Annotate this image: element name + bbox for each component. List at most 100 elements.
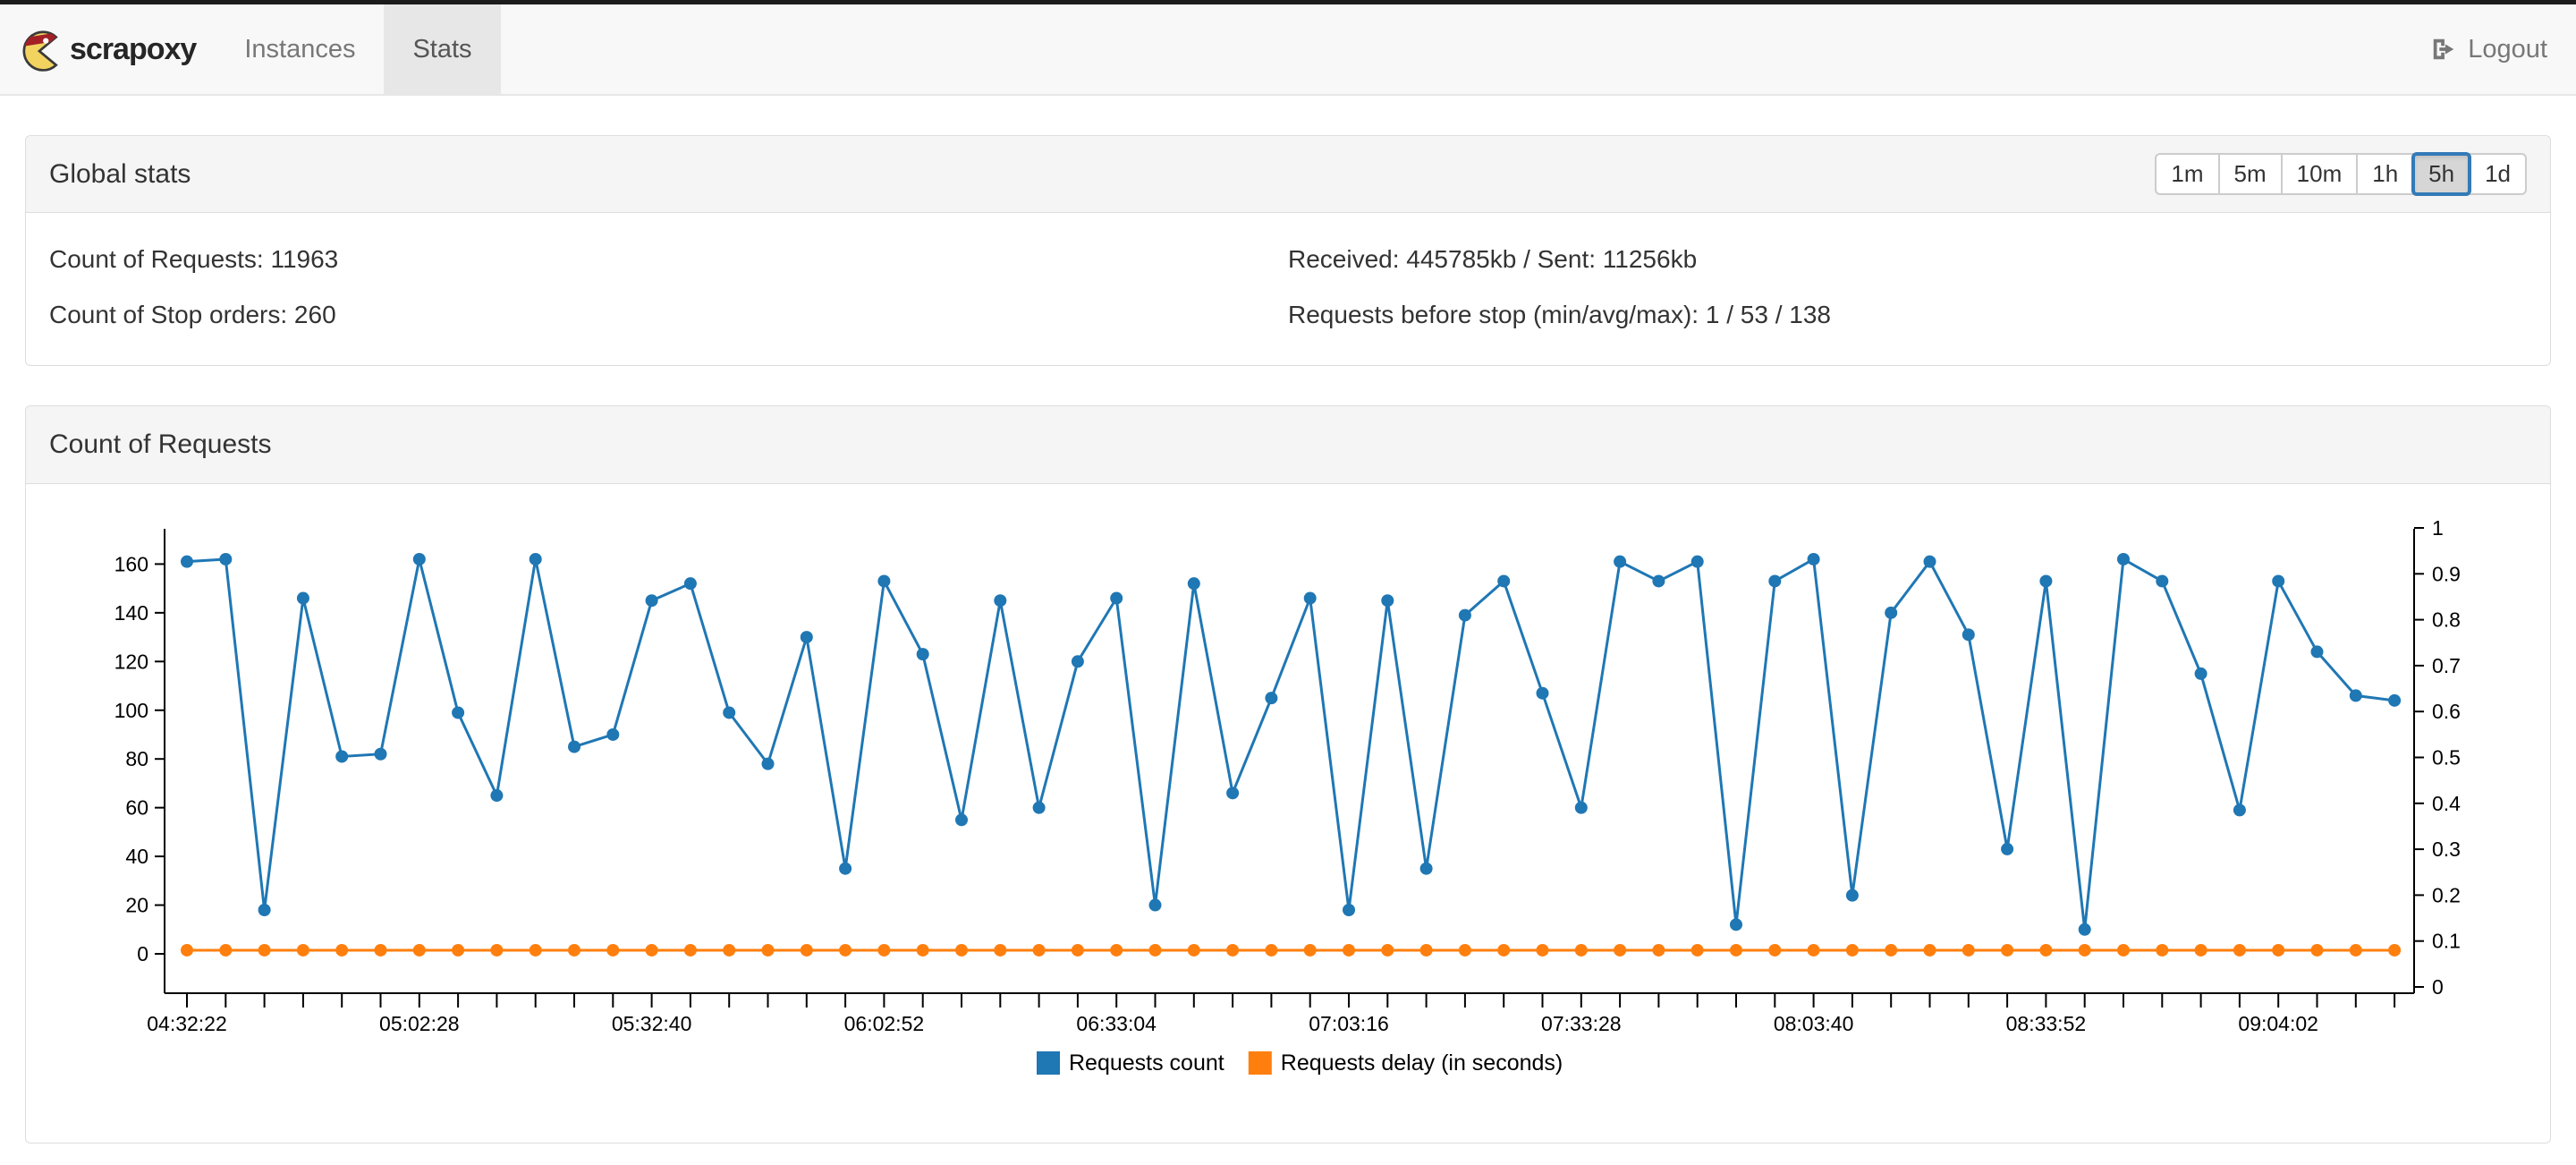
series-point[interactable] — [1614, 944, 1626, 957]
series-point[interactable] — [1343, 904, 1355, 916]
series-point[interactable] — [452, 706, 464, 719]
series-point[interactable] — [1730, 944, 1742, 957]
range-button-1d[interactable]: 1d — [2469, 153, 2527, 195]
series-point[interactable] — [917, 648, 929, 660]
series-point[interactable] — [839, 863, 852, 875]
series-point[interactable] — [1149, 899, 1162, 912]
series-point[interactable] — [181, 556, 193, 568]
series-point[interactable] — [413, 553, 426, 565]
series-point[interactable] — [1575, 802, 1588, 814]
series-point[interactable] — [2156, 574, 2168, 587]
series-point[interactable] — [335, 750, 348, 762]
series-point[interactable] — [1537, 944, 1549, 957]
series-point[interactable] — [2388, 944, 2401, 957]
series-point[interactable] — [1343, 944, 1355, 957]
series-point[interactable] — [1846, 944, 1859, 957]
series-point[interactable] — [1575, 944, 1588, 957]
series-point[interactable] — [1381, 594, 1394, 607]
series-point[interactable] — [1226, 944, 1239, 957]
series-point[interactable] — [1110, 592, 1123, 605]
series-point[interactable] — [2311, 645, 2324, 658]
requests-line-chart[interactable]: 02040608010012014016000.10.20.30.40.50.6… — [26, 504, 2551, 1110]
series-point[interactable] — [2079, 923, 2091, 936]
range-button-5h[interactable]: 5h — [2412, 153, 2470, 195]
series-point[interactable] — [2233, 804, 2246, 816]
series-point[interactable] — [646, 594, 658, 607]
series-point[interactable] — [1072, 944, 1084, 957]
series-point[interactable] — [1691, 944, 1704, 957]
series-point[interactable] — [1420, 863, 1433, 875]
series-point[interactable] — [606, 944, 619, 957]
series-point[interactable] — [1149, 944, 1162, 957]
series-point[interactable] — [1768, 944, 1781, 957]
series-point[interactable] — [297, 944, 309, 957]
series-point[interactable] — [1808, 553, 1820, 565]
series-point[interactable] — [413, 944, 426, 957]
series-point[interactable] — [1885, 944, 1897, 957]
series-point[interactable] — [1652, 574, 1665, 587]
series-point[interactable] — [801, 944, 813, 957]
series-point[interactable] — [1304, 944, 1317, 957]
series-point[interactable] — [684, 944, 697, 957]
series-point[interactable] — [801, 631, 813, 643]
series-point[interactable] — [568, 741, 580, 753]
series-point[interactable] — [994, 594, 1006, 607]
series-point[interactable] — [1304, 592, 1317, 605]
series-point[interactable] — [2039, 574, 2052, 587]
series-point[interactable] — [375, 944, 387, 957]
series-point[interactable] — [2117, 553, 2130, 565]
series-point[interactable] — [1808, 944, 1820, 957]
series-point[interactable] — [2195, 944, 2207, 957]
logout-button[interactable]: Logout — [2430, 35, 2547, 64]
series-point[interactable] — [219, 553, 232, 565]
series-point[interactable] — [1537, 687, 1549, 700]
series-point[interactable] — [1614, 556, 1626, 568]
series-point[interactable] — [258, 904, 271, 916]
series-point[interactable] — [1188, 577, 1200, 590]
series-point[interactable] — [258, 944, 271, 957]
series-point[interactable] — [1652, 944, 1665, 957]
series-point[interactable] — [646, 944, 658, 957]
series-point[interactable] — [877, 574, 890, 587]
series-point[interactable] — [2388, 694, 2401, 707]
series-point[interactable] — [2117, 944, 2130, 957]
series-point[interactable] — [1381, 944, 1394, 957]
series-point[interactable] — [1072, 655, 1084, 668]
series-point[interactable] — [1885, 607, 1897, 619]
series-point[interactable] — [335, 944, 348, 957]
series-point[interactable] — [1265, 944, 1277, 957]
series-point[interactable] — [219, 944, 232, 957]
series-point[interactable] — [762, 758, 775, 770]
range-button-10m[interactable]: 10m — [2281, 153, 2359, 195]
series-point[interactable] — [723, 944, 735, 957]
series-point[interactable] — [1846, 889, 1859, 902]
series-point[interactable] — [2001, 944, 2013, 957]
series-point[interactable] — [1962, 944, 1975, 957]
series-point[interactable] — [1188, 944, 1200, 957]
series-point[interactable] — [490, 789, 503, 802]
series-point[interactable] — [877, 944, 890, 957]
series-point[interactable] — [723, 706, 735, 719]
series-point[interactable] — [181, 944, 193, 957]
series-point[interactable] — [2195, 668, 2207, 680]
series-point[interactable] — [1265, 692, 1277, 704]
series-point[interactable] — [1226, 787, 1239, 799]
series-point[interactable] — [1497, 944, 1510, 957]
series-point[interactable] — [1459, 609, 1471, 622]
series-point[interactable] — [917, 944, 929, 957]
brand[interactable]: scrapoxy — [0, 4, 216, 94]
series-point[interactable] — [1459, 944, 1471, 957]
series-point[interactable] — [1924, 556, 1936, 568]
series-point[interactable] — [2001, 843, 2013, 855]
series-point[interactable] — [452, 944, 464, 957]
series-point[interactable] — [2350, 689, 2362, 702]
series-point[interactable] — [1768, 574, 1781, 587]
series-point[interactable] — [2272, 574, 2284, 587]
series-point[interactable] — [606, 728, 619, 741]
series-point[interactable] — [1420, 944, 1433, 957]
series-point[interactable] — [530, 944, 542, 957]
series-point[interactable] — [2233, 944, 2246, 957]
series-point[interactable] — [490, 944, 503, 957]
series-point[interactable] — [2272, 944, 2284, 957]
series-point[interactable] — [1691, 556, 1704, 568]
